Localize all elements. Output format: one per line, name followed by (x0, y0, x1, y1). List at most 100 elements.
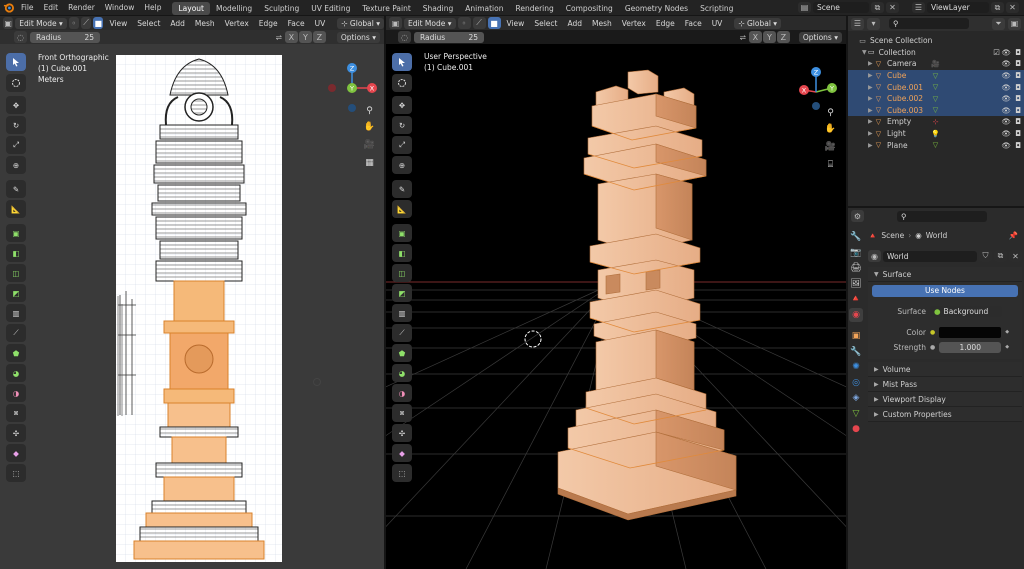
grid-toggle-icon[interactable]: ▦ (363, 156, 376, 169)
tab-geometry-nodes[interactable]: Geometry Nodes (619, 2, 694, 15)
rotate-tool-icon[interactable]: ↻ (6, 116, 26, 134)
tab-scripting[interactable]: Scripting (694, 2, 739, 15)
physics-tab-icon[interactable]: ◎ (849, 376, 863, 390)
menu-mesh[interactable]: Mesh (588, 19, 616, 28)
scene-browse-icon[interactable]: ▤ (798, 2, 811, 13)
world-browse-icon[interactable]: ◉ (868, 250, 881, 262)
eye-icon[interactable]: 👁 (1001, 106, 1011, 115)
pan-hand-icon[interactable]: ✋ (824, 122, 837, 135)
right-viewport[interactable]: ▣ Edit Mode ▾ ◦ ⟋ ■ View Select Add Mesh… (386, 16, 846, 569)
select-tool-icon[interactable] (392, 53, 412, 71)
add-cube-tool-icon[interactable]: ▣ (6, 224, 26, 242)
camera-restrict-icon[interactable]: ◘ (1015, 117, 1021, 126)
mirror-z-toggle[interactable]: Z (776, 31, 790, 43)
menu-uv[interactable]: UV (311, 19, 330, 28)
tab-layout[interactable]: Layout (172, 2, 210, 15)
inset-tool-icon[interactable]: ◫ (392, 264, 412, 282)
edge-slide-tool-icon[interactable]: ⧈ (392, 404, 412, 422)
select-tool-icon[interactable] (6, 53, 26, 71)
constraints-tab-icon[interactable]: ◈ (849, 391, 863, 405)
pan-hand-icon[interactable]: ✋ (363, 120, 376, 133)
shrink-tool-icon[interactable]: ✣ (392, 424, 412, 442)
eye-icon[interactable]: 👁 (1001, 94, 1011, 103)
pin-icon[interactable]: 📌 (1009, 231, 1018, 240)
tool-icon[interactable]: ◌ (14, 31, 27, 43)
world-name-field[interactable]: World (883, 250, 977, 262)
strength-field[interactable]: 1.000 (939, 341, 1002, 353)
menu-view[interactable]: View (105, 19, 131, 28)
perspective-toggle-icon[interactable]: ⌸ (824, 158, 837, 171)
display-mode-icon[interactable]: ▾ (867, 17, 880, 30)
vertex-select-icon[interactable]: ◦ (68, 17, 79, 29)
menu-vertex[interactable]: Vertex (221, 19, 253, 28)
outliner-item-empty[interactable]: ▶ ▽ Empty ⊹ 👁 ◘ (848, 116, 1024, 128)
zoom-icon[interactable]: ⚲ (363, 104, 376, 117)
shear-tool-icon[interactable]: ◆ (6, 444, 26, 462)
outliner-item-cube-003[interactable]: ▶ ▽ Cube.003 ▽ 👁 ◘ (848, 104, 1024, 117)
outliner-item-cube-001[interactable]: ▶ ▽ Cube.001 ▽ 👁 ◘ (848, 81, 1024, 93)
mirror-z-toggle[interactable]: Z (312, 31, 326, 43)
edge-select-icon[interactable]: ⟋ (472, 17, 486, 29)
material-tab-icon[interactable]: ● (849, 422, 863, 436)
keyframe-dot-icon[interactable]: ◆ (1005, 329, 1009, 335)
properties-editor-icon[interactable]: ⚙ (851, 210, 864, 222)
loop-cut-tool-icon[interactable]: ▥ (392, 304, 412, 322)
eye-icon[interactable]: 👁 (1001, 129, 1011, 138)
menu-view[interactable]: View (503, 19, 529, 28)
tab-modelling[interactable]: Modelling (210, 2, 258, 15)
tab-rendering[interactable]: Rendering (509, 2, 559, 15)
menu-render[interactable]: Render (63, 0, 100, 16)
mirror-y-toggle[interactable]: Y (298, 31, 312, 43)
camera-restrict-icon[interactable]: ◘ (1015, 59, 1021, 68)
data-tab-icon[interactable]: ▽ (849, 407, 863, 421)
output-tab-icon[interactable]: 🖨 (849, 261, 863, 275)
eye-icon[interactable]: 👁 (1001, 83, 1011, 92)
properties-search-input[interactable]: ⚲ (897, 210, 987, 222)
duplicate-world-icon[interactable]: ⧉ (994, 250, 1007, 262)
annotate-tool-icon[interactable]: ✎ (6, 180, 26, 198)
render-tab-icon[interactable]: 📷 (849, 246, 863, 260)
mirror-y-toggle[interactable]: Y (762, 31, 776, 43)
fake-user-icon[interactable]: ⛉ (979, 250, 992, 262)
eye-icon[interactable]: 👁 (1001, 71, 1011, 80)
editor-type-icon[interactable]: ▣ (3, 17, 14, 29)
menu-add[interactable]: Add (563, 19, 586, 28)
world-tab-icon[interactable]: ◉ (849, 307, 863, 322)
orientation-dropdown[interactable]: ⊹ Global ▾ (337, 17, 384, 29)
panel-custom-properties[interactable]: ▶ Custom Properties (868, 407, 1022, 422)
blender-logo-icon[interactable] (0, 0, 16, 16)
menu-edit[interactable]: Edit (39, 0, 64, 16)
outliner-item-camera[interactable]: ▶ ▽ Camera 🎥 👁 ◘ (848, 58, 1024, 70)
outliner-item-cube-002[interactable]: ▶ ▽ Cube.002 ▽ 👁 ◘ (848, 92, 1024, 105)
camera-restrict-icon[interactable]: ◘ (1015, 94, 1021, 103)
cursor-tool-icon[interactable] (392, 74, 412, 92)
view-layer-browse-icon[interactable]: ☰ (912, 2, 925, 13)
editor-type-icon[interactable]: ▣ (389, 17, 402, 29)
scene-collection-row[interactable]: ▭ Scene Collection (848, 35, 1024, 47)
menu-select[interactable]: Select (133, 19, 164, 28)
eye-icon[interactable]: 👁 (1001, 48, 1011, 57)
panel-volume[interactable]: ▶ Volume (868, 362, 1022, 377)
edge-slide-tool-icon[interactable]: ⧈ (6, 404, 26, 422)
camera-restrict-icon[interactable]: ◘ (1015, 129, 1021, 138)
radius-field[interactable]: Radius 25 (30, 31, 100, 43)
panel-viewport-display[interactable]: ▶ Viewport Display (868, 392, 1022, 407)
orientation-dropdown[interactable]: ⊹ Global ▾ (734, 17, 782, 29)
checkbox-icon[interactable]: ☑ (993, 48, 1000, 57)
delete-scene-icon[interactable]: ✕ (886, 2, 899, 13)
menu-face[interactable]: Face (284, 19, 309, 28)
face-select-icon[interactable]: ■ (487, 17, 501, 29)
camera-icon[interactable]: 🎥 (363, 138, 376, 151)
left-viewport[interactable]: ▣ Edit Mode ▾ ◦ ⟋ ■ View Select Add Mesh… (0, 16, 384, 569)
camera-icon[interactable]: 🎥 (824, 140, 837, 153)
menu-mesh[interactable]: Mesh (191, 19, 219, 28)
add-cube-tool-icon[interactable]: ▣ (392, 224, 412, 242)
eye-icon[interactable]: 👁 (1001, 117, 1011, 126)
menu-add[interactable]: Add (166, 19, 189, 28)
delete-view-layer-icon[interactable]: ✕ (1006, 2, 1019, 13)
tab-sculpting[interactable]: Sculpting (258, 2, 305, 15)
unlink-world-icon[interactable]: ✕ (1009, 250, 1022, 262)
collection-row[interactable]: ▼ ▭ Collection ☑ 👁 ◘ (848, 47, 1024, 59)
measure-tool-icon[interactable]: 📐 (6, 200, 26, 218)
menu-vertex[interactable]: Vertex (618, 19, 650, 28)
